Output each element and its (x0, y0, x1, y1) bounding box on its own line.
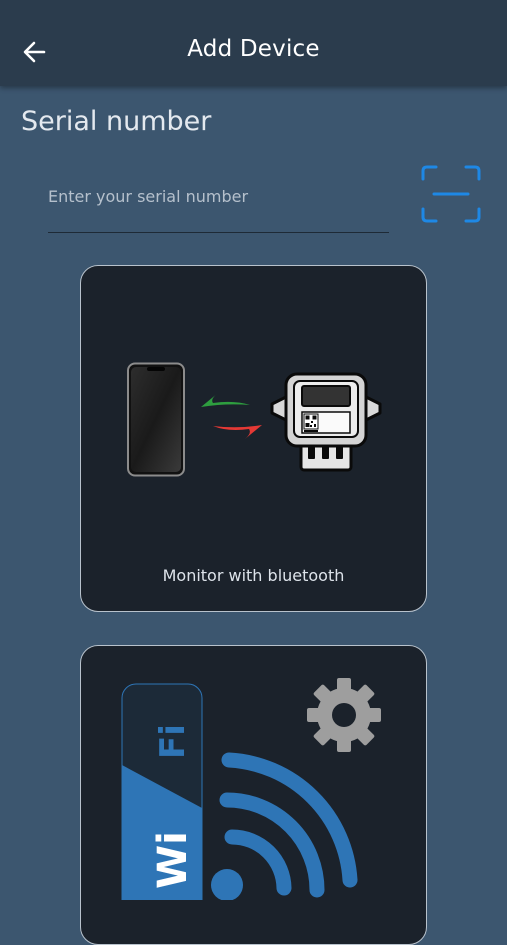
smart-meter-icon (270, 372, 382, 472)
qr-scan-icon (421, 165, 481, 223)
serial-number-input[interactable] (48, 182, 388, 210)
wifi-signal-icon (211, 752, 358, 900)
scan-qr-button[interactable] (419, 163, 483, 225)
input-underline (48, 232, 389, 233)
bluetooth-option-label: Monitor with bluetooth (162, 566, 345, 585)
wifi-logo-wi-text: Wi (150, 831, 196, 889)
wifi-logo-icon: Fi Wi (121, 683, 203, 900)
serial-number-heading: Serial number (21, 106, 212, 137)
wifi-logo-fi-text: Fi (153, 724, 193, 759)
smartphone-icon (127, 362, 185, 477)
page-title: Add Device (187, 36, 320, 62)
app-bar: Add Device (0, 0, 507, 86)
transfer-arrows-icon (201, 393, 262, 439)
